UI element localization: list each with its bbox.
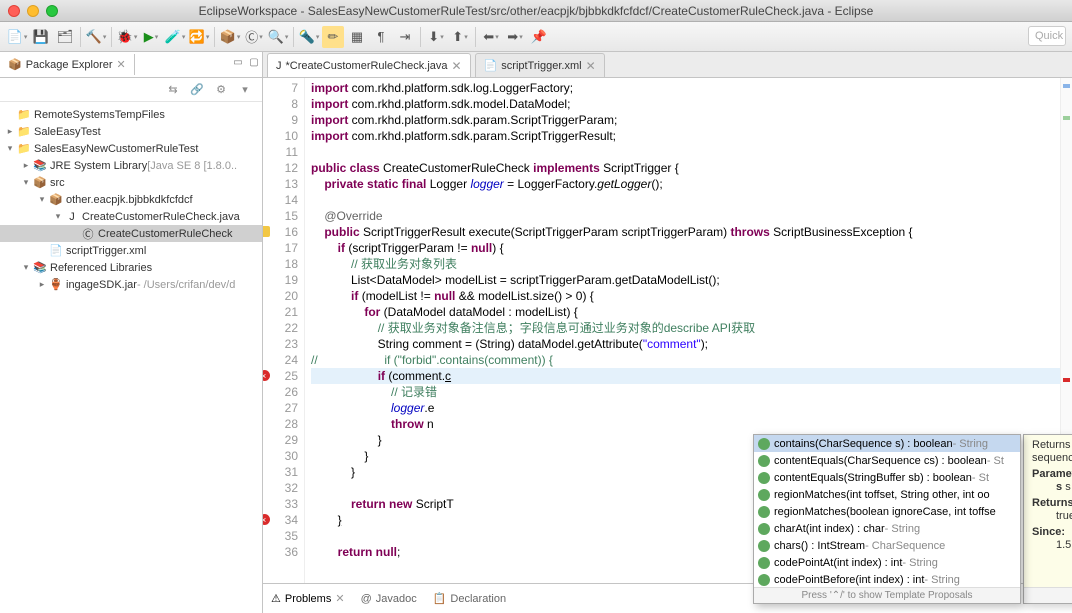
error-icon: ⚠ [271, 592, 281, 605]
tree-item[interactable]: ▾📁SalesEasyNewCustomerRuleTest [0, 140, 262, 157]
link-editor-button[interactable]: 🔗 [188, 81, 206, 99]
main-toolbar: 📄 💾 🗂 🔨 🐞 ▶ 🧪 🔁 📦 Ⓒ 🔍 🔦 ✏ ▦ ¶ ⇥ ⬇ ⬆ ⬅ ➡ … [0, 22, 1072, 52]
close-icon[interactable]: ✕ [586, 59, 596, 73]
project-tree[interactable]: 📁RemoteSystemsTempFiles▸📁SaleEasyTest▾📁S… [0, 102, 262, 613]
close-icon[interactable]: ✕ [452, 59, 462, 73]
doc-params-heading: Parameters: [1032, 468, 1072, 481]
tree-item[interactable]: 📁RemoteSystemsTempFiles [0, 106, 262, 123]
build-button[interactable]: 🔨 [85, 26, 107, 48]
tree-item[interactable]: ▸📁SaleEasyTest [0, 123, 262, 140]
content-assist-popup[interactable]: contains(CharSequence s) : boolean - Str… [753, 434, 1021, 604]
package-explorer-label: Package Explorer [26, 59, 113, 71]
completion-item[interactable]: contentEquals(CharSequence cs) : boolean… [754, 452, 1020, 469]
minimize-view-button[interactable]: ▭ [230, 57, 246, 73]
save-all-button[interactable]: 🗂 [54, 26, 76, 48]
new-class-button[interactable]: Ⓒ [243, 26, 265, 48]
editor-tabs: J*CreateCustomerRuleCheck.java✕📄scriptTr… [263, 52, 1072, 78]
doc-description: Returns true if and only if this string … [1032, 439, 1072, 465]
forward-button[interactable]: ➡ [504, 26, 526, 48]
doc-params: s s the sequence to search for [1032, 481, 1072, 494]
toggle-word-wrap-button[interactable]: ⇥ [394, 26, 416, 48]
show-whitespace-button[interactable]: ¶ [370, 26, 392, 48]
doc-since-heading: Since: [1032, 526, 1072, 539]
quick-access-input[interactable]: Quick [1028, 26, 1066, 46]
completion-item[interactable]: charAt(int index) : char - String [754, 520, 1020, 537]
tree-item[interactable]: ▸📚JRE System Library [Java SE 8 [1.8.0.. [0, 157, 262, 174]
decl-icon: 📋 [433, 592, 447, 605]
new-java-button[interactable]: 📦 [219, 26, 241, 48]
tree-item[interactable]: ▾📦other.eacpjk.bjbbkdkfcfdcf [0, 191, 262, 208]
new-button[interactable]: 📄 [6, 26, 28, 48]
next-annotation-button[interactable]: ⬇ [425, 26, 447, 48]
completion-item[interactable]: chars() : IntStream - CharSequence [754, 537, 1020, 554]
back-button[interactable]: ⬅ [480, 26, 502, 48]
completion-item[interactable]: codePointBefore(int index) : int - Strin… [754, 571, 1020, 588]
maximize-view-button[interactable]: ▢ [246, 57, 262, 73]
completion-item[interactable]: codePointAt(int index) : int - String [754, 554, 1020, 571]
search-button[interactable]: 🔦 [298, 26, 320, 48]
package-explorer-tab[interactable]: 📦 Package Explorer ✕ [0, 54, 135, 75]
open-type-button[interactable]: 🔍 [267, 26, 289, 48]
doc-since: 1.5 [1032, 539, 1072, 552]
save-button[interactable]: 💾 [30, 26, 52, 48]
close-icon[interactable]: ✕ [117, 58, 126, 71]
doc-returns: true if this string contains s, false ot… [1032, 510, 1072, 523]
tree-item[interactable]: ▾📚Referenced Libraries [0, 259, 262, 276]
debug-button[interactable]: 🐞 [116, 26, 138, 48]
javadoc-popup: Returns true if and only if this string … [1023, 434, 1072, 604]
run-last-button[interactable]: 🔁 [188, 26, 210, 48]
editor-tab[interactable]: J*CreateCustomerRuleCheck.java✕ [267, 53, 471, 77]
view-menu-button[interactable]: ▾ [236, 81, 254, 99]
tree-item[interactable]: 📄scriptTrigger.xml [0, 242, 262, 259]
completion-item[interactable]: contains(CharSequence s) : boolean - Str… [754, 435, 1020, 452]
doc-returns-heading: Returns: [1032, 497, 1072, 510]
at-icon: @ [361, 593, 372, 605]
toggle-block-button[interactable]: ▦ [346, 26, 368, 48]
declaration-tab[interactable]: 📋Declaration [425, 588, 514, 609]
pin-button[interactable]: 📌 [528, 26, 550, 48]
tree-item[interactable]: ▸🏺ingageSDK.jar - /Users/crifan/dev/d [0, 276, 262, 293]
tree-item[interactable]: ⒸCreateCustomerRuleCheck [0, 225, 262, 242]
package-explorer-view: 📦 Package Explorer ✕ ▭ ▢ ⇆ 🔗 ⚙ ▾ 📁Remote… [0, 52, 263, 613]
popup-footer: Press '⌃/' to show Template Proposals [754, 587, 1020, 603]
completion-item[interactable]: regionMatches(boolean ignoreCase, int to… [754, 503, 1020, 520]
problems-tab[interactable]: ⚠Problems ✕ [263, 588, 353, 609]
javadoc-tab[interactable]: @Javadoc [353, 589, 425, 609]
tree-item[interactable]: ▾JCreateCustomerRuleCheck.java [0, 208, 262, 225]
window-title: EclipseWorkspace - SalesEasyNewCustomerR… [0, 4, 1072, 18]
completion-item[interactable]: regionMatches(int toffset, String other,… [754, 486, 1020, 503]
run-button[interactable]: ▶ [140, 26, 162, 48]
prev-annotation-button[interactable]: ⬆ [449, 26, 471, 48]
line-gutter: 7891011121314151617181920212223242526272… [263, 78, 305, 583]
coverage-button[interactable]: 🧪 [164, 26, 186, 48]
toggle-mark-button[interactable]: ✏ [322, 26, 344, 48]
editor-tab[interactable]: 📄scriptTrigger.xml✕ [475, 53, 605, 77]
editor-area: J*CreateCustomerRuleCheck.java✕📄scriptTr… [263, 52, 1072, 613]
collapse-all-button[interactable]: ⇆ [164, 81, 182, 99]
filter-button[interactable]: ⚙ [212, 81, 230, 99]
tree-item[interactable]: ▾📦src [0, 174, 262, 191]
package-icon: 📦 [8, 58, 22, 71]
doc-footer: Press 'Tab' from proposal table or click… [1024, 587, 1072, 603]
completion-item[interactable]: contentEquals(StringBuffer sb) : boolean… [754, 469, 1020, 486]
titlebar: EclipseWorkspace - SalesEasyNewCustomerR… [0, 0, 1072, 22]
